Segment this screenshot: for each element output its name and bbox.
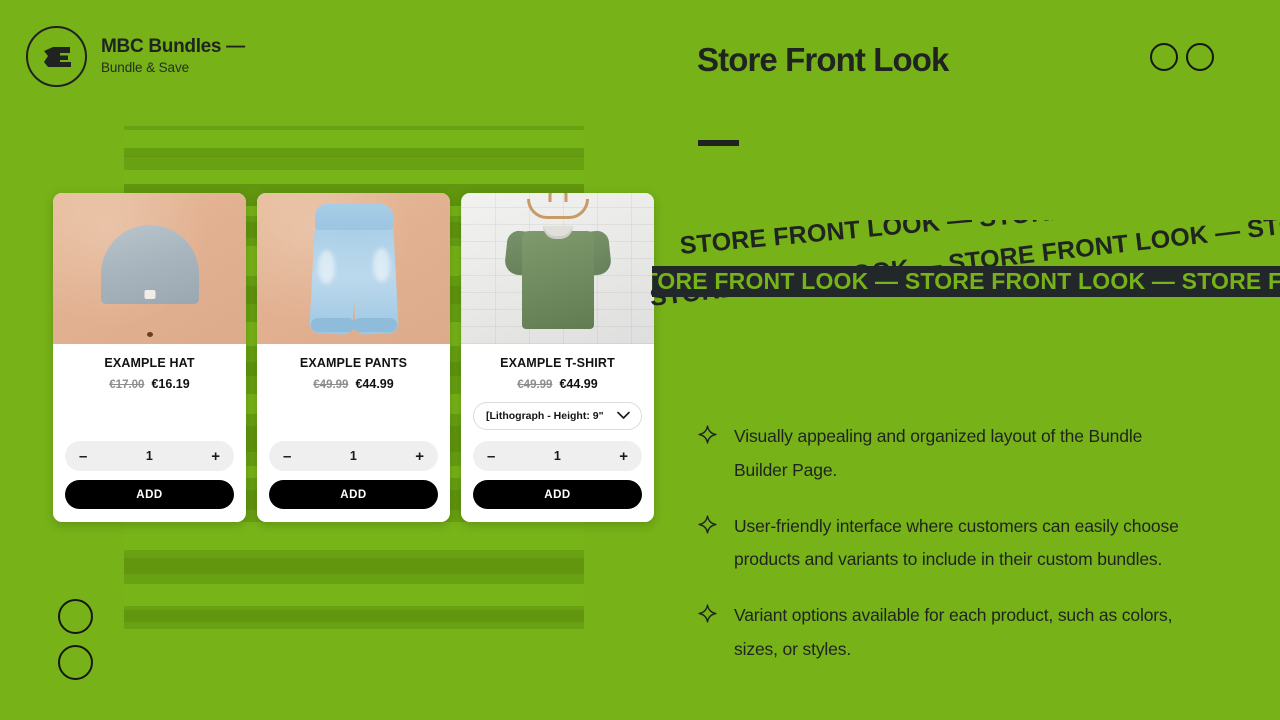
feature-bullet-list: Visually appealing and organized layout … (698, 420, 1198, 667)
price-compare-at: €49.99 (517, 379, 553, 391)
list-item-text: Variant options available for each produ… (734, 605, 1173, 659)
marquee-text-bar: STORE FRONT LOOK — STORE FRONT LOOK — ST… (652, 268, 1280, 294)
product-card[interactable]: EXAMPLE T-SHIRT €49.99 €44.99 [Lithograp… (461, 193, 654, 522)
product-card[interactable]: EXAMPLE HAT €17.00 €16.19 – 1 + ADD (53, 193, 246, 522)
product-image-pants (257, 193, 450, 344)
decor-circle-bottom-1 (58, 599, 93, 634)
add-to-bundle-button[interactable]: ADD (473, 480, 642, 509)
quantity-increment-button[interactable]: + (619, 449, 628, 464)
list-item-text: Visually appealing and organized layout … (734, 426, 1143, 480)
price-compare-at: €17.00 (109, 379, 145, 391)
quantity-decrement-button[interactable]: – (487, 449, 495, 464)
quantity-stepper[interactable]: – 1 + (269, 441, 438, 471)
sparkle-icon (698, 514, 717, 539)
product-name: EXAMPLE HAT (104, 356, 195, 370)
product-name: EXAMPLE PANTS (299, 356, 408, 370)
product-card-list: EXAMPLE HAT €17.00 €16.19 – 1 + ADD EXAM… (53, 193, 654, 522)
sparkle-icon (698, 604, 717, 628)
page-title: Store Front Look (697, 41, 949, 78)
product-prices: €49.99 €44.99 (473, 377, 642, 391)
list-item: Visually appealing and organized layout … (698, 420, 1198, 488)
product-prices: €17.00 €16.19 (65, 377, 234, 391)
variant-select-value: [Lithograph - Height: 9" (486, 410, 604, 422)
brand-title: MBC Bundles — (101, 35, 245, 57)
decor-circle-top-1 (1150, 43, 1178, 71)
quantity-stepper[interactable]: – 1 + (473, 441, 642, 471)
variant-select[interactable]: [Lithograph - Height: 9" (473, 402, 642, 430)
slide-root: MBC Bundles — Bundle & Save Store Front … (0, 0, 1280, 720)
quantity-increment-button[interactable]: + (211, 449, 220, 464)
quantity-increment-button[interactable]: + (415, 449, 424, 464)
variant-placeholder (53, 391, 246, 430)
variant-placeholder (257, 391, 450, 430)
product-prices: €49.99 €44.99 (269, 377, 438, 391)
price-compare-at: €49.99 (313, 379, 349, 391)
quantity-value: 1 (553, 449, 561, 463)
list-item: User-friendly interface where customers … (698, 510, 1198, 578)
decor-circle-top-2 (1186, 43, 1214, 71)
hat-label-icon (146, 332, 153, 337)
brand-subtitle: Bundle & Save (101, 59, 190, 75)
add-to-bundle-button[interactable]: ADD (269, 480, 438, 509)
chevron-down-icon (617, 407, 630, 425)
list-item-text: User-friendly interface where customers … (734, 515, 1179, 570)
product-image-hat (53, 193, 246, 344)
marquee-bar: STORE FRONT LOOK — STORE FRONT LOOK — ST… (652, 266, 1280, 297)
add-to-bundle-button[interactable]: ADD (65, 480, 234, 509)
quantity-value: 1 (145, 449, 153, 463)
title-underline-rule (698, 140, 739, 146)
price-current: €44.99 (559, 377, 598, 391)
list-item: Variant options available for each produ… (698, 599, 1198, 667)
quantity-value: 1 (349, 449, 357, 463)
price-current: €16.19 (151, 377, 190, 391)
quantity-decrement-button[interactable]: – (283, 449, 291, 464)
product-card[interactable]: EXAMPLE PANTS €49.99 €44.99 – 1 + ADD (257, 193, 450, 522)
product-image-tshirt (461, 193, 654, 344)
decor-circle-bottom-2 (58, 645, 93, 680)
product-name: EXAMPLE T-SHIRT (500, 356, 615, 370)
mbc-logo-mark-icon (26, 26, 87, 87)
marquee-text-top: STORE FRONT LOOK — STORE FRONT LOOK — ST… (679, 220, 1280, 261)
brand-lockup: MBC Bundles — Bundle & Save (26, 26, 245, 87)
price-current: €44.99 (355, 377, 394, 391)
sparkle-icon (698, 425, 717, 449)
quantity-stepper[interactable]: – 1 + (65, 441, 234, 471)
quantity-decrement-button[interactable]: – (79, 449, 87, 464)
